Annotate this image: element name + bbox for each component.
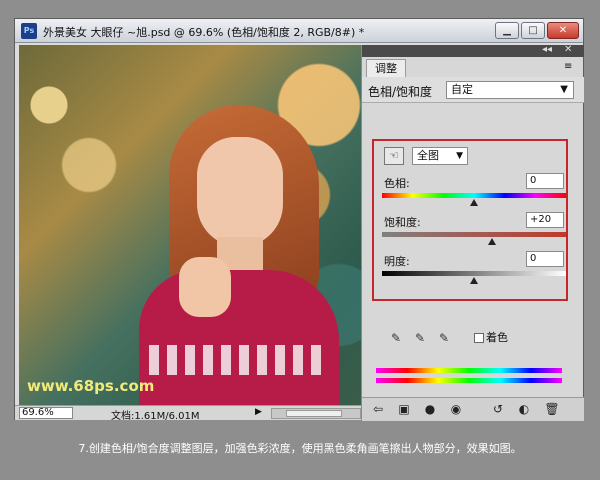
horizontal-scrollbar[interactable] <box>271 408 361 419</box>
maximize-button[interactable]: □ <box>521 22 545 39</box>
back-arrow-icon[interactable]: ⇦ <box>370 402 386 418</box>
lightness-label: 明度: <box>384 255 410 268</box>
output-color-spectrum <box>376 378 562 383</box>
zoom-level-field[interactable]: 69.6% <box>19 407 73 419</box>
panel-footer-toolbar: ⇦ ▣ ● ◉ ↺ ◐ 🗑 <box>362 397 584 421</box>
chevron-down-icon: ▼ <box>456 151 463 161</box>
photo-shirt-pattern <box>149 345 329 375</box>
view-previous-state-icon[interactable]: ↺ <box>490 402 506 418</box>
trash-icon[interactable]: 🗑 <box>544 402 560 418</box>
tab-adjustments[interactable]: 调整 <box>366 59 406 77</box>
status-bar: 69.6% 文档:1.61M/6.01M ▶ <box>15 405 363 422</box>
scrollbar-thumb[interactable] <box>286 410 342 417</box>
photoshop-app-icon: Ps <box>21 23 37 39</box>
colorize-checkbox[interactable]: 着色 <box>474 329 508 345</box>
hue-input[interactable]: 0 <box>526 173 564 189</box>
hue-slider-track[interactable] <box>382 193 566 198</box>
saturation-label: 饱和度: <box>384 216 421 229</box>
status-menu-arrow-icon[interactable]: ▶ <box>255 407 262 417</box>
hue-label: 色相: <box>384 177 410 190</box>
clip-to-layer-icon[interactable]: ● <box>422 402 438 418</box>
chevron-down-icon: ▼ <box>560 84 568 95</box>
saturation-slider-track[interactable] <box>382 232 566 237</box>
minimize-button[interactable]: ▁ <box>495 22 519 39</box>
photo-face <box>197 137 283 247</box>
hue-saturation-controls: ☜ 全图 ▼ 色相: 0 饱和度: +20 明度: 0 <box>372 139 568 301</box>
adjustment-type-label: 色相/饱和度 <box>368 85 433 99</box>
lightness-slider-knob[interactable] <box>470 277 478 284</box>
photo-shirt <box>139 270 339 405</box>
title-bar[interactable]: Ps 外景美女 大眼仔 ~旭.psd @ 69.6% (色相/饱和度 2, RG… <box>15 19 583 43</box>
checkbox-box[interactable] <box>474 333 484 343</box>
panel-menu-icon[interactable]: ≡ <box>564 61 572 72</box>
lightness-slider-track[interactable] <box>382 271 566 276</box>
visibility-eye-icon[interactable]: ◉ <box>448 402 464 418</box>
saturation-input[interactable]: +20 <box>526 212 564 228</box>
adjustments-panel: ◂◂ ✕ 调整 ≡ 色相/饱和度 自定 ▼ ☜ 全图 ▼ 色相: 0 饱和度: … <box>361 44 584 421</box>
tutorial-caption: 7.创建色相/饱合度调整图层，加强色彩浓度，使用黑色柔角画笔擦出人物部分，效果如… <box>78 442 522 455</box>
panel-top-strip: ◂◂ ✕ <box>362 44 584 57</box>
expanded-view-icon[interactable]: ▣ <box>396 402 412 418</box>
document-canvas[interactable]: www.68ps.com <box>19 45 363 405</box>
window-title: 外景美女 大眼仔 ~旭.psd @ 69.6% (色相/饱和度 2, RGB/8… <box>43 26 365 39</box>
eyedropper-plus-icon[interactable]: ✎ <box>412 331 428 347</box>
edit-range-select[interactable]: 全图 ▼ <box>412 147 468 165</box>
collapse-panel-icon[interactable]: ◂◂ <box>542 44 552 55</box>
reset-icon[interactable]: ◐ <box>516 402 532 418</box>
photoshop-window: Ps 外景美女 大眼仔 ~旭.psd @ 69.6% (色相/饱和度 2, RG… <box>14 18 584 422</box>
photo-hand <box>179 257 231 317</box>
range-value: 全图 <box>417 149 439 162</box>
canvas-watermark: www.68ps.com <box>27 377 155 395</box>
preset-select[interactable]: 自定 ▼ <box>446 81 574 99</box>
close-button[interactable]: ✕ <box>547 22 579 39</box>
preset-value: 自定 <box>451 83 473 96</box>
targeted-adjustment-tool-icon[interactable]: ☜ <box>384 147 404 165</box>
input-color-spectrum <box>376 368 562 373</box>
eyedropper-icon[interactable]: ✎ <box>388 331 404 347</box>
close-panel-icon[interactable]: ✕ <box>564 44 572 55</box>
saturation-slider-knob[interactable] <box>488 238 497 245</box>
adjustment-header: 色相/饱和度 自定 ▼ <box>362 77 584 103</box>
lightness-input[interactable]: 0 <box>526 251 564 267</box>
colorize-label: 着色 <box>486 331 508 344</box>
hue-slider-knob[interactable] <box>470 199 478 206</box>
document-info: 文档:1.61M/6.01M <box>111 411 200 422</box>
eyedropper-minus-icon[interactable]: ✎ <box>436 331 452 347</box>
